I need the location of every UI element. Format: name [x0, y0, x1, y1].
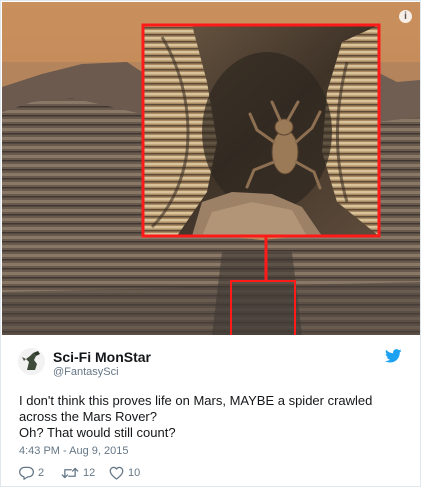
tweet-text: I don't think this proves life on Mars, … — [19, 393, 409, 441]
mars-rock-photo — [2, 2, 420, 335]
info-icon[interactable]: i — [399, 10, 412, 23]
tweet-text-line: across the Mars Rover? — [19, 409, 157, 424]
retweet-icon — [61, 467, 79, 479]
twitter-bird-icon[interactable] — [385, 349, 402, 363]
tweet-photo[interactable]: i — [2, 2, 420, 335]
avatar[interactable] — [18, 348, 45, 375]
like-button[interactable]: 10 — [109, 465, 140, 481]
tweet-timestamp[interactable]: 4:43 PM - Aug 9, 2015 — [19, 445, 128, 457]
retweet-count: 12 — [83, 467, 96, 479]
like-count: 10 — [128, 467, 141, 479]
heart-icon — [109, 466, 124, 480]
reply-button[interactable]: 2 — [19, 465, 44, 481]
reply-icon — [19, 466, 34, 480]
zoom-inset — [143, 25, 379, 236]
tweet-text-line: Oh? That would still count? — [19, 425, 176, 440]
retweet-button[interactable]: 12 — [61, 465, 95, 481]
tweet-card: i Sci-Fi MonStar @FantasySci I don't thi… — [0, 0, 421, 487]
avatar-figure-icon — [18, 348, 45, 375]
tweet-text-line: I don't think this proves life on Mars, … — [19, 393, 373, 408]
display-name[interactable]: Sci-Fi MonStar — [53, 349, 151, 365]
user-handle[interactable]: @FantasySci — [53, 366, 119, 378]
reply-count: 2 — [38, 467, 45, 479]
